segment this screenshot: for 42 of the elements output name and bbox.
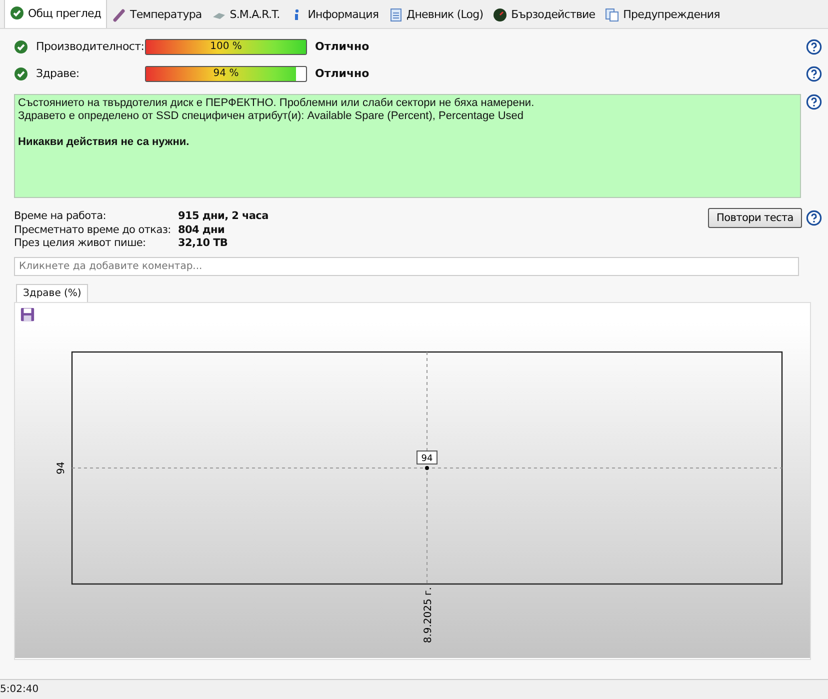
help-icon[interactable] [806,94,822,110]
stat-label: Пресметнато време до отказ: [14,224,172,237]
data-label-text: 94 [421,454,433,464]
stat-label: През целия живот пише: [14,237,147,250]
meter-label: Производителност: [36,40,145,53]
comment-field[interactable]: Кликнете да добавите коментар... [14,256,799,276]
status-conclusion: Никакви действия не са нужни. [18,136,190,149]
status-text: Здравето е определено от SSD специфичен атрибут(и): Available Spare (Percent), Percentage Used [18,110,525,123]
bar-reading: 94 % [212,66,240,80]
status-time: 5:02:40 [0,684,39,695]
verdict-label: Отлично [315,40,370,53]
documents-icon [605,8,620,22]
check-icon [14,40,28,54]
meter-label: Здраве: [36,67,80,80]
stat-value: 915 дни, 2 часа [178,210,270,224]
help-icon[interactable] [806,210,822,226]
x-tick-label: 8.9.2025 г. [423,586,434,643]
tab[interactable]: Бързодействие [488,1,600,28]
tab[interactable]: Информация [284,1,384,28]
y-tick-label: 94 [56,461,67,474]
gauge-icon [493,8,508,22]
retest-button[interactable]: Повтори теста [708,208,802,228]
verdict-label: Отлично [315,67,370,80]
tab[interactable]: Дневник (Log) [384,1,488,28]
tab[interactable]: S.M.A.R.T. [206,1,285,28]
check-icon [14,66,28,80]
help-icon[interactable] [806,66,822,82]
document-icon [388,8,403,22]
status-text: Състоянието на твърдотелия диск е ПЕРФЕКТНО. Проблемни или слаби сектори не бяха намерени. [18,97,536,110]
save-icon[interactable] [20,306,35,322]
check-icon [10,6,24,20]
tab[interactable]: Общ преглед [4,0,108,28]
data-point [425,466,429,470]
stat-label: Време на работа: [14,210,107,224]
bar-reading: 100 % [209,40,243,54]
stat-value: 32,10 TB [178,237,229,250]
help-icon[interactable] [806,38,822,54]
stat-value: 804 дни [178,224,226,237]
data-label [416,450,438,464]
chart-tab[interactable]: Здраве (%) [16,284,88,302]
tab[interactable]: Предупреждения [600,1,725,28]
tab[interactable]: Температура [107,1,207,28]
